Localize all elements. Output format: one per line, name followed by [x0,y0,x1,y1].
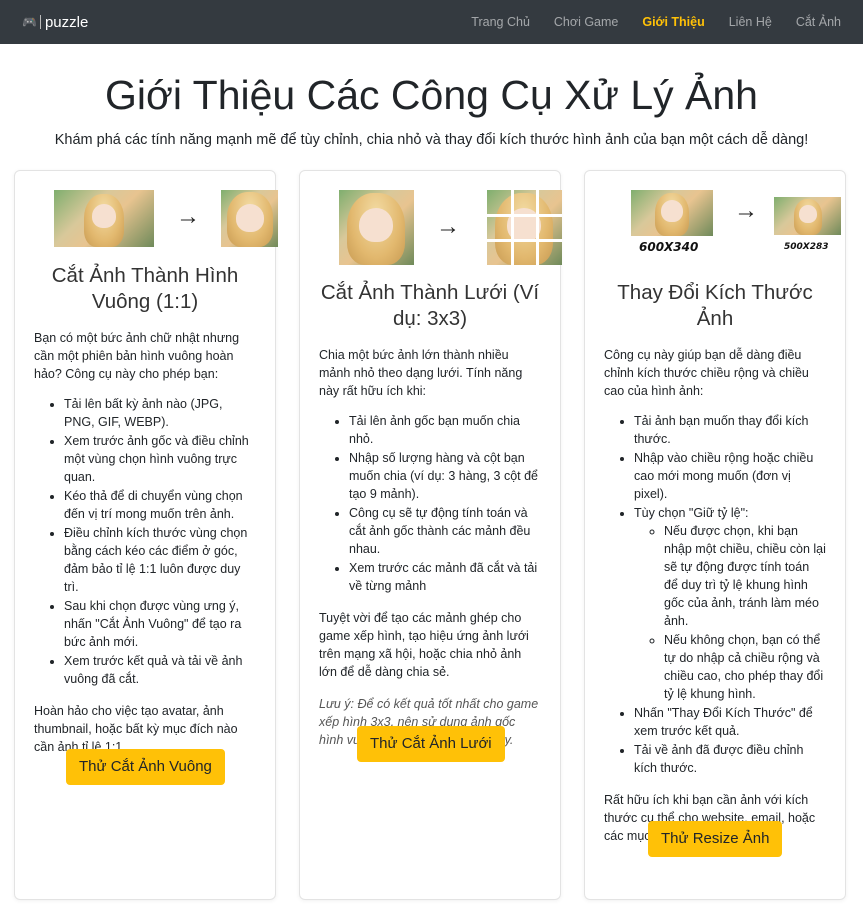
gamepad-icon: 🎮 [22,15,37,29]
try-resize-button[interactable]: Thử Resize Ảnh [648,821,783,857]
list-item: Tải về ảnh đã được điều chỉnh kích thước… [634,741,826,777]
feature-cards: → Cắt Ảnh Thành Hình Vuông (1:1) Bạn có … [0,148,863,900]
card-outro: Tuyệt vời để tạo các mảnh ghép cho game … [319,611,529,679]
arrow-right-icon: → [436,213,460,240]
list-item: Nhập vào chiều rộng hoặc chiều cao mới m… [634,449,826,503]
list-item: Tải lên ảnh gốc bạn muốn chia nhỏ. [349,412,541,448]
card-title: Thay Đổi Kích Thước Ảnh [617,281,813,330]
list-item: Nếu không chọn, bạn có thể tự do nhập cả… [664,631,826,703]
nav-link-about[interactable]: Giới Thiệu [642,15,704,29]
grid-image [487,190,562,265]
resize-illustration: 600X340 → 500X283 [604,171,841,281]
card-intro: Công cụ này giúp bạn dễ dàng điều chỉnh … [604,348,809,398]
arrow-right-icon: → [176,203,200,230]
list-item: Nhập số lượng hàng và cột bạn muốn chia … [349,449,541,503]
card-intro: Chia một bức ảnh lớn thành nhiều mảnh nh… [319,348,523,398]
list-item: Sau khi chọn được vùng ưng ý, nhấn "Cắt … [64,597,256,651]
original-image [339,190,414,265]
card-feature-list: Tải ảnh bạn muốn thay đổi kích thước. Nh… [604,412,826,777]
try-square-crop-button[interactable]: Thử Cắt Ảnh Vuông [66,749,225,785]
list-item: Kéo thả để di chuyển vùng chọn đến vị tr… [64,487,256,523]
resized-image [774,197,841,235]
brand-divider [39,15,41,29]
list-item: Công cụ sẽ tự động tính toán và cắt ảnh … [349,504,541,558]
list-item: Xem trước ảnh gốc và điều chỉnh một vùng… [64,432,256,486]
try-grid-crop-button[interactable]: Thử Cắt Ảnh Lưới [357,726,505,762]
nav-link-crop[interactable]: Cắt Ảnh [796,15,841,29]
square-image [221,190,278,247]
nav-links: Trang Chủ Chơi Game Giới Thiệu Liên Hệ C… [447,15,841,29]
page-title: Giới Thiệu Các Công Cụ Xử Lý Ảnh [105,72,758,118]
card-grid-crop: → Cắt Ảnh Thành Lưới (Ví dụ: 3x3) Chia m… [299,170,562,900]
page-subtitle: Khám phá các tính năng mạnh mẽ để tùy ch… [54,132,809,148]
nav-link-home[interactable]: Trang Chủ [471,15,530,29]
brand-logo[interactable]: 🎮 puzzle [22,14,88,31]
keep-ratio-option-label: Tùy chọn "Giữ tỷ lệ": [634,506,749,520]
list-item: Nhấn "Thay Đổi Kích Thước" để xem trước … [634,704,826,740]
card-intro: Bạn có một bức ảnh chữ nhật nhưng cần mộ… [34,331,240,381]
keep-ratio-sublist: Nếu được chọn, khi bạn nhập một chiều, c… [634,522,826,703]
card-feature-list: Tải lên ảnh gốc bạn muốn chia nhỏ. Nhập … [319,412,541,595]
size-before-label: 600X340 [639,240,699,254]
card-title: Cắt Ảnh Thành Lưới (Ví dụ: 3x3) [320,281,540,330]
list-item: Tải ảnh bạn muốn thay đổi kích thước. [634,412,826,448]
navbar: 🎮 puzzle Trang Chủ Chơi Game Giới Thiệu … [0,0,863,44]
card-square-crop: → Cắt Ảnh Thành Hình Vuông (1:1) Bạn có … [14,170,278,900]
list-item: Xem trước các mảnh đã cắt và tải về từng… [349,559,541,595]
list-item: Nếu được chọn, khi bạn nhập một chiều, c… [664,522,826,630]
original-image [54,190,154,247]
list-item: Điều chỉnh kích thước vùng chọn bằng các… [64,524,256,596]
list-item: Tùy chọn "Giữ tỷ lệ": Nếu được chọn, khi… [634,504,826,703]
list-item: Tải lên bất kỳ ảnh nào (JPG, PNG, GIF, W… [64,395,256,431]
list-item: Xem trước kết quả và tải về ảnh vuông đã… [64,652,256,688]
original-image [631,190,713,236]
size-after-label: 500X283 [784,242,829,252]
square-crop-illustration: → [34,171,278,271]
grid-crop-illustration: → [319,171,562,281]
card-feature-list: Tải lên bất kỳ ảnh nào (JPG, PNG, GIF, W… [34,395,256,688]
nav-link-play-game[interactable]: Chơi Game [554,15,618,29]
card-outro: Hoàn hảo cho việc tạo avatar, ảnh thumbn… [34,704,238,754]
card-resize: 600X340 → 500X283 Thay Đổi Kích Thước Ản… [584,170,846,900]
nav-link-contact[interactable]: Liên Hệ [729,15,772,29]
hero: Giới Thiệu Các Công Cụ Xử Lý Ảnh Khám ph… [0,44,863,148]
brand-name: puzzle [44,13,89,31]
arrow-right-icon: → [734,197,758,224]
